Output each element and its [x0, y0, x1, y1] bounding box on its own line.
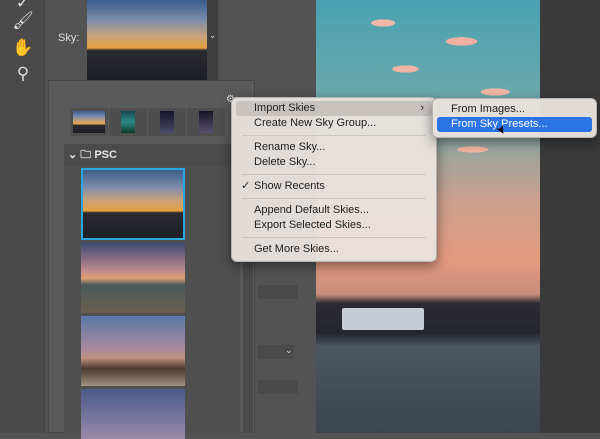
menu-item-rename-sky[interactable]: Rename Sky...: [236, 140, 432, 155]
sky-thumbnail-selected[interactable]: [81, 168, 185, 240]
zoom-tool-icon[interactable]: ⚲: [12, 63, 34, 85]
menu-item-export-selected-skies[interactable]: Export Selected Skies...: [236, 218, 432, 233]
recent-sky-thumbnail[interactable]: [70, 108, 108, 136]
right-panel: [540, 0, 600, 433]
dropdown-chevron-icon[interactable]: ⌄: [285, 345, 293, 356]
menu-separator: [242, 135, 426, 136]
folder-icon: 🗀: [80, 149, 95, 161]
sky-grid: [64, 166, 240, 439]
import-skies-submenu: From Images... From Sky Presets...: [432, 98, 597, 138]
menu-item-from-sky-presets[interactable]: From Sky Presets...: [437, 117, 592, 132]
sky-preview-thumbnail[interactable]: [87, 0, 207, 80]
menu-item-import-skies[interactable]: Import Skies ›: [236, 101, 432, 116]
sky-thumbnail[interactable]: [81, 389, 185, 439]
menu-item-append-default-skies[interactable]: Append Default Skies...: [236, 203, 432, 218]
menu-separator: [242, 198, 426, 199]
sky-brush-icon[interactable]: 🖌: [12, 10, 34, 32]
sky-dropdown-chevron-icon[interactable]: ⌄: [207, 0, 218, 80]
sky-context-menu: Import Skies › Create New Sky Group... Re…: [231, 97, 437, 262]
sky-group-header[interactable]: ⌄ 🗀 PSC: [64, 144, 240, 166]
menu-item-create-sky-group[interactable]: Create New Sky Group...: [236, 116, 432, 131]
menu-item-show-recents[interactable]: ✓ Show Recents: [236, 179, 432, 194]
submenu-arrow-icon: ›: [420, 102, 424, 114]
menu-separator: [242, 174, 426, 175]
chevron-down-icon: ⌄: [68, 149, 81, 161]
recent-sky-thumbnail[interactable]: [187, 108, 225, 136]
canvas-boat: [342, 308, 424, 330]
group-name: PSC: [94, 149, 117, 161]
menu-separator: [242, 237, 426, 238]
menu-item-get-more-skies[interactable]: Get More Skies...: [236, 242, 432, 257]
hand-tool-icon[interactable]: ✋: [12, 37, 34, 59]
checkmark-icon: ✓: [241, 180, 251, 192]
sky-thumbnail[interactable]: [81, 316, 185, 386]
menu-item-from-images[interactable]: From Images...: [437, 102, 592, 117]
recent-sky-thumbnail[interactable]: [109, 108, 147, 136]
menu-item-delete-sky[interactable]: Delete Sky...: [236, 155, 432, 170]
tools-toolbar: ✓ 🖌 ✋ ⚲: [0, 0, 45, 433]
sky-label: Sky:: [58, 32, 80, 44]
recent-sky-thumbnail[interactable]: [148, 108, 186, 136]
sky-thumbnail[interactable]: [81, 243, 185, 313]
